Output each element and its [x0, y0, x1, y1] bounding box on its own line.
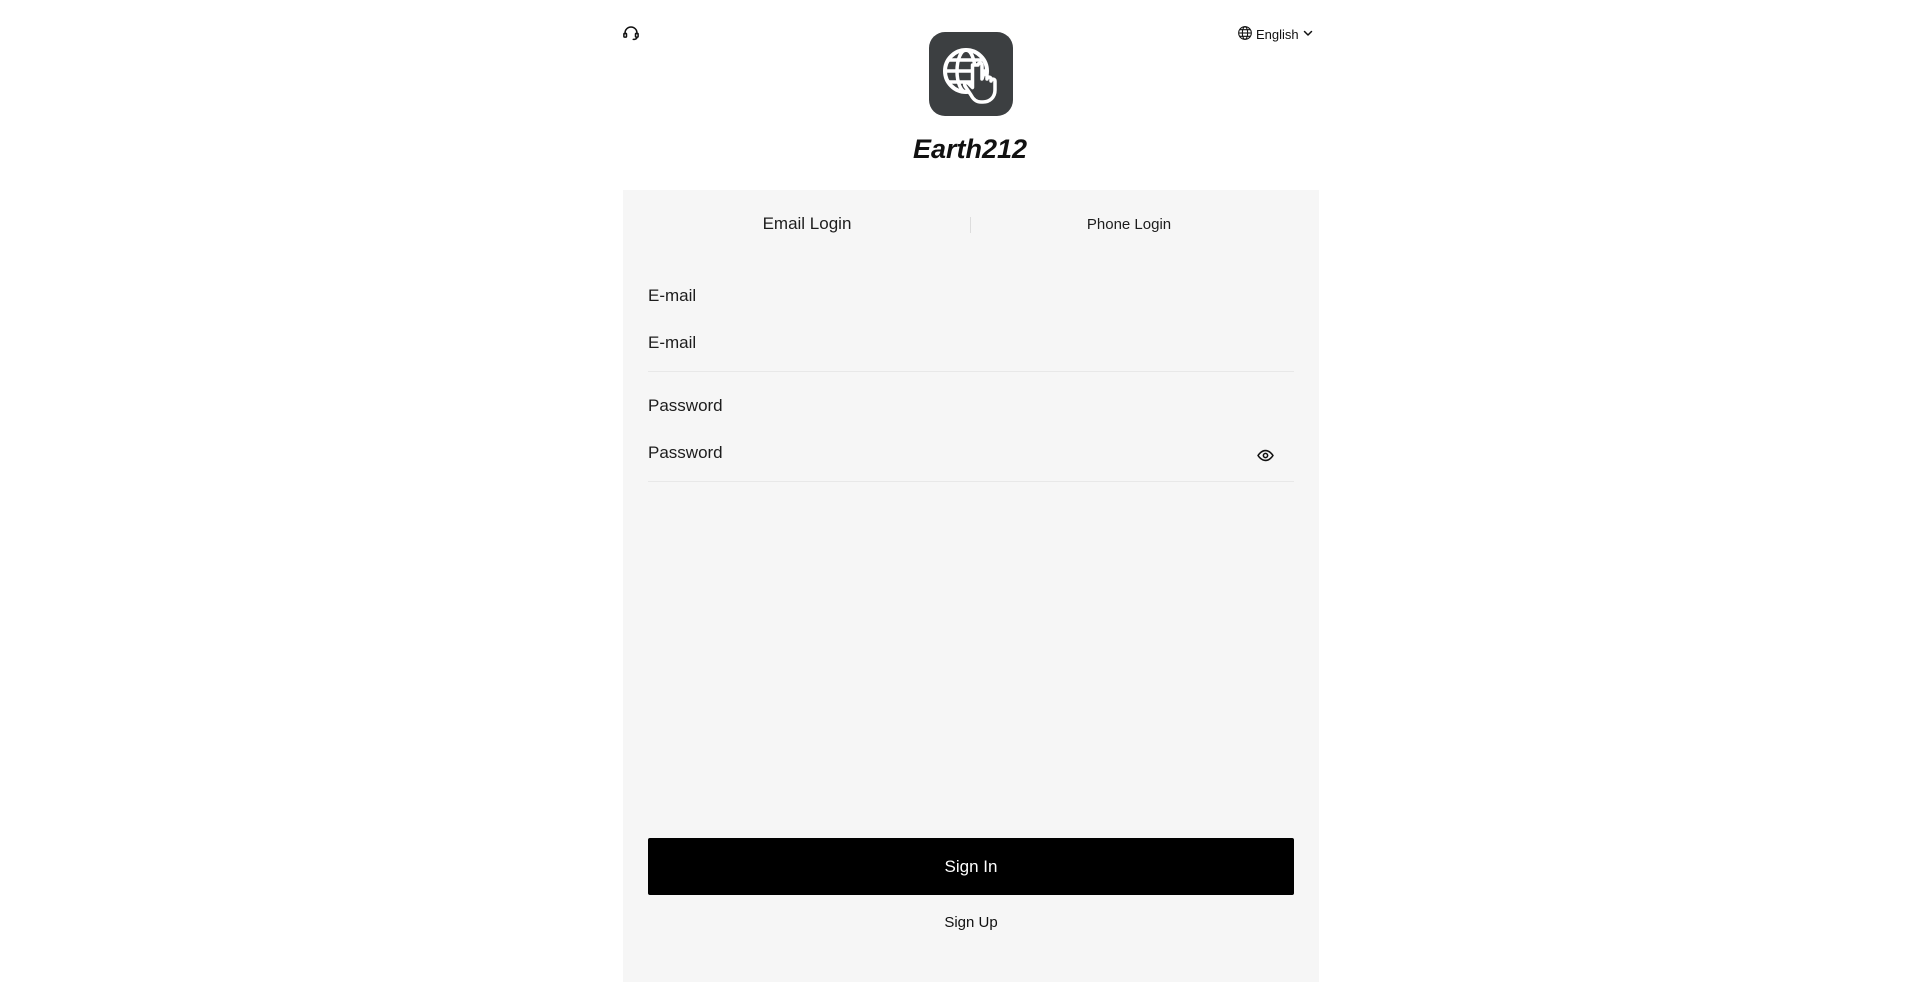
sign-up-link[interactable]: Sign Up	[871, 914, 1071, 931]
password-field[interactable]	[648, 437, 1248, 469]
language-label: English	[1256, 26, 1299, 42]
language-selector[interactable]: English	[1237, 24, 1314, 44]
globe-icon	[1237, 25, 1253, 44]
tab-phone-login[interactable]: Phone Login	[979, 216, 1279, 233]
password-underline	[648, 481, 1294, 482]
tab-email-login[interactable]: Email Login	[657, 214, 957, 234]
app-logo	[929, 32, 1013, 116]
login-tabs: Email Login Phone Login	[623, 190, 1319, 256]
tab-divider	[970, 217, 971, 233]
login-panel: Email Login Phone Login E-mail Password …	[623, 190, 1319, 982]
globe-pointer-icon	[943, 48, 997, 104]
email-field[interactable]	[648, 327, 1292, 359]
app-title: Earth212	[912, 134, 1028, 164]
sign-in-button[interactable]: Sign In	[648, 838, 1294, 895]
email-underline	[648, 371, 1294, 372]
chevron-down-icon	[1302, 27, 1314, 42]
headset-icon[interactable]	[621, 23, 641, 43]
email-label: E-mail	[648, 286, 697, 305]
password-label: Password	[648, 396, 723, 415]
eye-icon[interactable]	[1253, 443, 1277, 467]
